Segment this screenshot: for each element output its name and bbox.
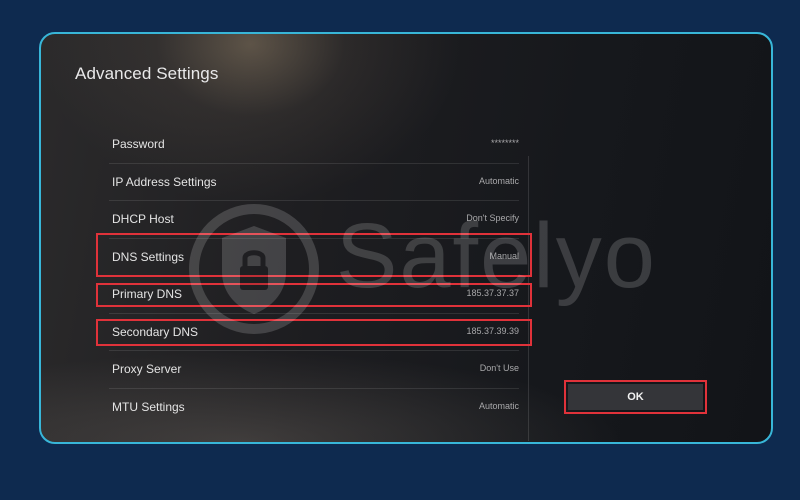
setting-row-primary-dns[interactable]: Primary DNS 185.37.37.37 <box>109 276 519 314</box>
setting-label: Password <box>112 137 165 151</box>
setting-value: 185.37.39.39 <box>466 325 519 336</box>
setting-value: Don't Specify <box>466 213 519 223</box>
setting-label: DNS Settings <box>112 249 185 264</box>
setting-label: Secondary DNS <box>112 324 199 339</box>
setting-row-password[interactable]: Password ******** <box>109 126 519 164</box>
ok-button-label: OK <box>627 391 644 403</box>
settings-list: Password ******** IP Address Settings Au… <box>109 126 519 426</box>
setting-label: Primary DNS <box>112 287 183 301</box>
ok-button[interactable]: OK <box>564 380 707 414</box>
setting-row-dns-settings[interactable]: DNS Settings Manual <box>109 239 519 276</box>
setting-row-proxy-server[interactable]: Proxy Server Don't Use <box>109 351 519 389</box>
setting-row-ip-address-settings[interactable]: IP Address Settings Automatic <box>109 164 519 201</box>
advanced-settings-dialog: Advanced Settings Password ******** IP A… <box>39 32 773 444</box>
setting-label: Proxy Server <box>112 362 182 376</box>
setting-label: IP Address Settings <box>112 174 217 189</box>
setting-value: Manual <box>489 250 519 261</box>
setting-label: DHCP Host <box>112 212 174 226</box>
setting-value: Automatic <box>478 400 519 411</box>
screen: Advanced Settings Password ******** IP A… <box>0 0 800 500</box>
setting-value: Automatic <box>478 175 519 186</box>
setting-row-dhcp-host[interactable]: DHCP Host Don't Specify <box>109 201 519 239</box>
setting-label: MTU Settings <box>112 399 185 414</box>
setting-row-mtu-settings[interactable]: MTU Settings Automatic <box>109 389 519 427</box>
setting-row-secondary-dns[interactable]: Secondary DNS 185.37.39.39 <box>109 314 519 351</box>
list-scrollbar[interactable] <box>528 156 529 441</box>
dialog-title: Advanced Settings <box>75 64 219 83</box>
setting-value: Don't Use <box>479 363 519 373</box>
setting-value: ******** <box>490 138 519 148</box>
setting-value: 185.37.37.37 <box>466 288 519 298</box>
